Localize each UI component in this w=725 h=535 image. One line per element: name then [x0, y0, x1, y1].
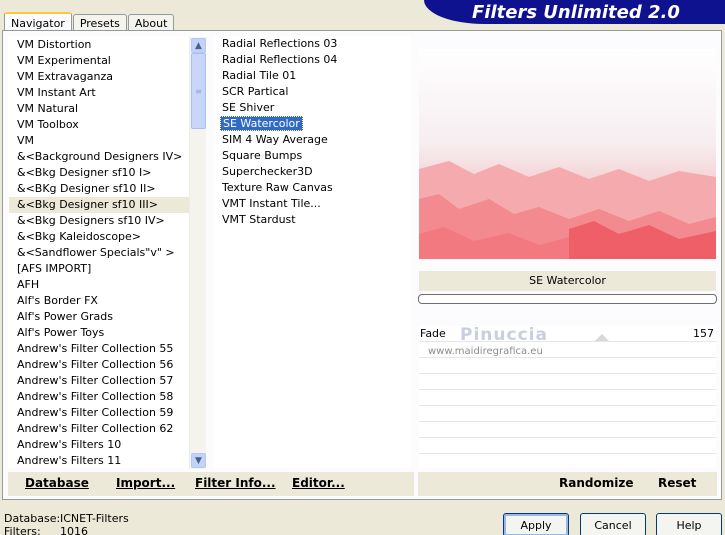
slider-row-empty	[419, 422, 716, 438]
filter-item[interactable]: Square Bumps	[214, 148, 411, 164]
status-area: Database:ICNET-Filters Filters: 1016	[4, 512, 129, 535]
slider-row-empty	[419, 438, 716, 454]
app-title-banner: Filters Unlimited 2.0	[424, 0, 725, 24]
filter-list[interactable]: Radial Reflections 03 Radial Reflections …	[214, 36, 411, 468]
slider-row-empty	[419, 390, 716, 406]
filter-item[interactable]: Radial Tile 01	[214, 68, 411, 84]
category-item[interactable]: &<Background Designers IV>	[9, 149, 189, 165]
filter-item-label: VMT Instant Tile...	[222, 197, 321, 210]
filter-item-label: SE Watercolor	[220, 116, 303, 131]
filter-item[interactable]: Radial Reflections 04	[214, 52, 411, 68]
category-item[interactable]: VM Extravaganza	[9, 69, 189, 85]
filter-item[interactable]: Radial Reflections 03	[214, 36, 411, 52]
category-item[interactable]: Andrew's Filter Collection 59	[9, 405, 189, 421]
filter-item-label: SE Shiver	[222, 101, 275, 114]
category-item[interactable]: &<Sandflower Specials"v" >	[9, 245, 189, 261]
category-list[interactable]: VM Distortion VM Experimental VM Extravaga…	[8, 36, 206, 469]
category-items: VM Distortion VM Experimental VM Extravaga…	[9, 37, 189, 469]
slider-row-empty	[419, 406, 716, 422]
slider-row-empty	[419, 358, 716, 374]
slider-value: 157	[693, 327, 714, 340]
database-button[interactable]: Database	[25, 476, 89, 490]
reset-button[interactable]: Reset	[658, 476, 696, 490]
apply-button[interactable]: Apply	[503, 513, 569, 535]
category-item[interactable]: &<BKg Designer sf10 II>	[9, 181, 189, 197]
import-button[interactable]: Import...	[116, 476, 175, 490]
filter-item[interactable]: Texture Raw Canvas	[214, 180, 411, 196]
progress-bar	[418, 294, 717, 304]
category-item[interactable]: VM Natural	[9, 101, 189, 117]
preview-filter-name: SE Watercolor	[419, 271, 716, 291]
category-item[interactable]: Andrew's Filter Collection 56	[9, 357, 189, 373]
editor-button[interactable]: Editor...	[292, 476, 345, 490]
category-item[interactable]: Andrew's Filter Collection 58	[9, 389, 189, 405]
slider-thumb[interactable]	[595, 334, 609, 341]
category-item[interactable]: Andrew's Filter Collection 55	[9, 341, 189, 357]
filter-item[interactable]: SE Watercolor	[214, 116, 411, 132]
category-scrollbar[interactable]: ▲ ≡ ▼	[189, 37, 206, 469]
preview-image	[419, 49, 716, 259]
filter-item-label: Radial Tile 01	[222, 69, 297, 82]
chevron-down-icon[interactable]: ▼	[191, 453, 206, 468]
filter-item-label: SIM 4 Way Average	[222, 133, 328, 146]
filter-item-label: Square Bumps	[222, 149, 303, 162]
slider-row-empty	[419, 374, 716, 390]
filters-count: 1016	[60, 525, 88, 535]
scrollbar-thumb[interactable]: ≡	[191, 53, 206, 129]
watermark-name: Pinuccia	[460, 325, 548, 345]
filter-item-label: Texture Raw Canvas	[222, 181, 333, 194]
filter-item-label: SCR Partical	[222, 85, 289, 98]
category-item[interactable]: AFH	[9, 277, 189, 293]
category-item[interactable]: VM	[9, 133, 189, 149]
category-item[interactable]: Alf's Border FX	[9, 293, 189, 309]
database-label: Database:	[4, 512, 61, 525]
category-item[interactable]: &<Bkg Kaleidoscope>	[9, 229, 189, 245]
category-item[interactable]: VM Toolbox	[9, 117, 189, 133]
watermark-url: www.maidiregrafica.eu	[428, 346, 543, 357]
cancel-button[interactable]: Cancel	[580, 513, 646, 535]
filter-item-label: VMT Stardust	[222, 213, 296, 226]
category-item[interactable]: Alf's Power Grads	[9, 309, 189, 325]
database-value: ICNET-Filters	[60, 512, 129, 525]
category-item[interactable]: &<Bkg Designer sf10 I>	[9, 165, 189, 181]
filters-label: Filters:	[4, 525, 41, 535]
category-item[interactable]: [AFS IMPORT]	[9, 261, 189, 277]
slider-label: Fade	[420, 327, 446, 340]
category-item[interactable]: Andrew's Filters 10	[9, 437, 189, 453]
category-item[interactable]: Andrew's Filter Collection 62	[9, 421, 189, 437]
chevron-up-icon[interactable]: ▲	[191, 38, 206, 53]
filter-item-label: Superchecker3D	[222, 165, 313, 178]
category-item[interactable]: VM Distortion	[9, 37, 189, 53]
category-item[interactable]: Alf's Power Toys	[9, 325, 189, 341]
help-button[interactable]: Help	[656, 513, 722, 535]
tab-bar: Navigator Presets About	[4, 10, 175, 33]
randomize-button[interactable]: Randomize	[559, 476, 633, 490]
category-item[interactable]: VM Experimental	[9, 53, 189, 69]
filter-item-label: Radial Reflections 03	[222, 37, 338, 50]
category-item[interactable]: Andrew's Filters 11	[9, 453, 189, 469]
filter-item[interactable]: VMT Instant Tile...	[214, 196, 411, 212]
filter-item[interactable]: SIM 4 Way Average	[214, 132, 411, 148]
right-toolbar: Randomize Reset	[418, 472, 717, 496]
category-item[interactable]: &<Bkg Designers sf10 IV>	[9, 213, 189, 229]
left-toolbar: Database Import... Filter Info... Editor…	[8, 472, 414, 496]
filter-item[interactable]: SCR Partical	[214, 84, 411, 100]
watercolor-preview	[419, 49, 716, 259]
filter-info-button[interactable]: Filter Info...	[195, 476, 276, 490]
category-item[interactable]: Andrew's Filter Collection 57	[9, 373, 189, 389]
filter-item[interactable]: VMT Stardust	[214, 212, 411, 228]
filter-item[interactable]: Superchecker3D	[214, 164, 411, 180]
filter-item-label: Radial Reflections 04	[222, 53, 338, 66]
category-item[interactable]: &<Bkg Designer sf10 III>	[9, 197, 189, 213]
category-item[interactable]: VM Instant Art	[9, 85, 189, 101]
filter-item[interactable]: SE Shiver	[214, 100, 411, 116]
